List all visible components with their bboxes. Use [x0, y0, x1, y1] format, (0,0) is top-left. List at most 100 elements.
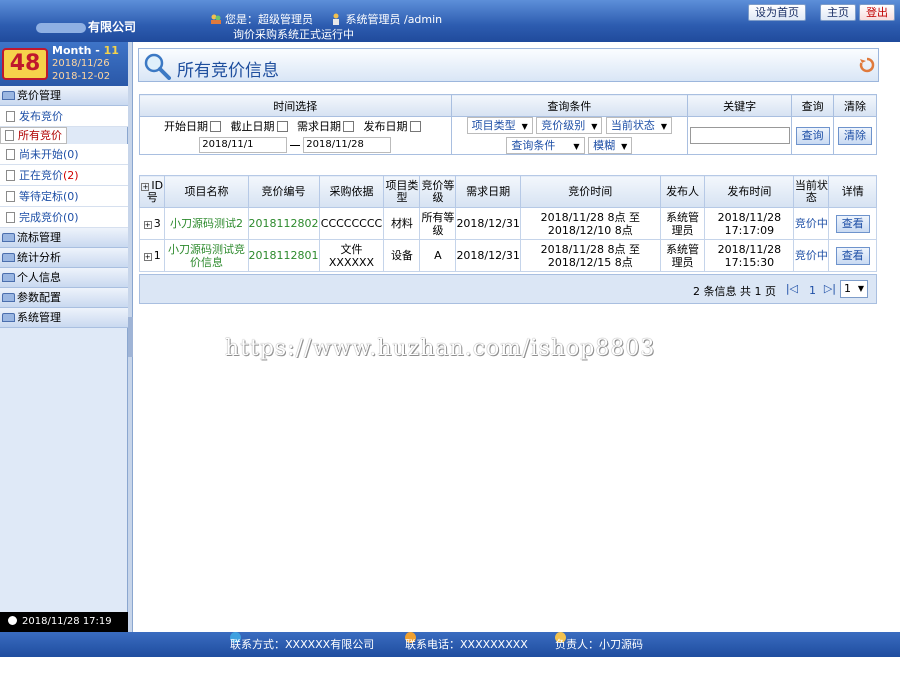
month-number: 11	[103, 44, 119, 57]
row-id[interactable]: +1	[138, 239, 166, 272]
table-row: +1 小刀源码测试竞价信息 2018112801 文件XXXXXX 设备 A 2…	[138, 239, 877, 272]
chevron-down-icon: ▼	[660, 122, 668, 131]
set-homepage-button[interactable]: 设为首页	[748, 4, 806, 21]
menu-item-awaiting-award[interactable]: 等待定标(0)	[0, 186, 128, 207]
pagination-bar: 2 条信息 共 1 页 |◁ 1 ▷| 1 ▼	[139, 274, 877, 304]
publish-date-label: 发布日期	[363, 120, 408, 133]
document-icon	[6, 170, 15, 181]
menu-group-statistics[interactable]: 统计分析	[0, 248, 128, 268]
project-type-select[interactable]: 项目类型 ▼	[466, 117, 533, 134]
username: /admin	[403, 13, 443, 26]
table-row: +3 小刀源码测试2 2018112802 CCCCCCCC 材料 所有等级 2…	[138, 207, 877, 240]
pagination-info: 2 条信息 共 1 页	[693, 285, 776, 298]
app-window: 有限公司 您是：超级管理员 系统管理员 /admin 询价采购系统正式运行中 设…	[0, 0, 900, 697]
row-project-name[interactable]: 小刀源码测试竞价信息	[164, 239, 249, 272]
page-number-link[interactable]: 1	[809, 284, 816, 297]
refresh-icon[interactable]	[859, 57, 875, 73]
sidebar-splitter[interactable]	[128, 42, 133, 632]
row-publisher: 系统管理员	[659, 207, 706, 240]
menu-item-in-progress[interactable]: 正在竞价(2)	[0, 165, 128, 186]
view-button[interactable]: 查看	[835, 246, 870, 265]
query-header: 查询	[791, 94, 835, 117]
item-count: (0)	[63, 211, 79, 224]
main-content: 所有竞价信息 时间选择 查询条件 关键字 查询 清除 开始日期 截止日期 需求日…	[135, 42, 900, 632]
sidebar: 48 Month - 11 2018/11/26 2018-12-02 竞价管理…	[0, 42, 128, 632]
last-page-icon[interactable]: ▷|	[824, 282, 836, 295]
col-bid-level: 竞价等级	[419, 175, 457, 208]
menu-group-system[interactable]: 系统管理	[0, 308, 128, 328]
view-button[interactable]: 查看	[835, 214, 870, 233]
main-page-button[interactable]: 主页	[820, 4, 856, 21]
menu-item-all-bids[interactable]: 所有竞价	[0, 127, 67, 144]
week-end-date: 2018-12-02	[52, 71, 111, 82]
system-status: 询价采购系统正式运行中	[233, 28, 354, 41]
person-icon	[333, 13, 340, 25]
splitter-handle[interactable]	[128, 317, 133, 357]
date-range-dash	[290, 144, 301, 146]
document-icon	[6, 149, 15, 160]
menu-group-failed-bids[interactable]: 流标管理	[0, 228, 128, 248]
expand-icon[interactable]: +	[143, 253, 152, 261]
row-id-value: 1	[153, 249, 161, 262]
keyword-input[interactable]	[689, 127, 790, 144]
week-start-date: 2018/11/26	[52, 58, 110, 69]
col-id[interactable]: + ID号	[138, 175, 166, 208]
page-select[interactable]: 1 ▼	[840, 280, 868, 298]
blurred-logo	[36, 22, 86, 33]
query-conditions-header: 查询条件	[450, 94, 689, 117]
first-page-icon[interactable]: |◁	[786, 282, 798, 295]
col-bid-time: 竞价时间	[519, 175, 661, 208]
row-basis: CCCCCCCC	[318, 207, 385, 240]
folder-icon	[2, 313, 15, 322]
date-filter-cell: 开始日期 截止日期 需求日期 发布日期 2018/11/1 2018/11/28	[139, 116, 452, 155]
calendar-widget: 48 Month - 11 2018/11/26 2018-12-02	[0, 42, 128, 86]
row-bid-number: 2018112801	[247, 239, 320, 272]
bid-level-select[interactable]: 竞价级别 ▼	[536, 117, 603, 134]
end-date-label: 截止日期	[230, 120, 275, 133]
logout-button[interactable]: 登出	[859, 4, 895, 21]
row-bid-time: 2018/11/28 8点 至 2018/12/15 8点	[519, 239, 661, 272]
row-basis: 文件XXXXXX	[318, 239, 385, 272]
expand-all-icon[interactable]: +	[141, 182, 150, 191]
title-bar: 所有竞价信息	[138, 48, 879, 82]
folder-icon	[2, 91, 15, 100]
row-publish-time: 2018/11/28 17:15:30	[704, 239, 795, 272]
row-type: 材料	[383, 207, 421, 240]
row-project-name[interactable]: 小刀源码测试2	[164, 207, 249, 240]
col-publisher: 发布人	[659, 175, 706, 208]
menu-item-publish-bid[interactable]: 发布竞价	[0, 106, 128, 127]
expand-icon[interactable]: +	[143, 221, 152, 229]
company-label: 有限公司	[88, 20, 137, 34]
group-label: 竞价管理	[17, 89, 61, 102]
row-publish-time: 2018/11/28 17:17:09	[704, 207, 795, 240]
menu-group-profile[interactable]: 个人信息	[0, 268, 128, 288]
user-info: 您是：超级管理员 系统管理员 /admin	[210, 11, 442, 27]
row-id[interactable]: +3	[138, 207, 166, 240]
date-from-input[interactable]: 2018/11/1	[199, 137, 288, 153]
company-name: 有限公司	[36, 18, 136, 35]
row-demand-date: 2018/12/31	[455, 207, 521, 240]
row-demand-date: 2018/12/31	[455, 239, 521, 272]
publish-date-checkbox[interactable]	[409, 121, 421, 132]
menu-group-bidding[interactable]: 竞价管理	[0, 86, 128, 106]
match-mode-select[interactable]: 模糊 ▼	[588, 137, 633, 154]
group-label: 系统管理	[17, 311, 61, 324]
query-button[interactable]: 查询	[795, 126, 830, 145]
demand-date-checkbox[interactable]	[343, 121, 354, 132]
start-date-checkbox[interactable]	[210, 121, 221, 132]
footer: 联系方式：XXXXXX有限公司 联系电话：XXXXXXXXX 负责人：小刀源码	[0, 632, 900, 657]
current-status-select[interactable]: 当前状态 ▼	[605, 117, 673, 134]
owner-text: 负责人：小刀源码	[555, 638, 643, 651]
row-detail-cell: 查看	[828, 207, 877, 240]
contact-text: 联系方式：XXXXXX有限公司	[230, 638, 375, 651]
clear-button[interactable]: 清除	[838, 126, 873, 145]
date-to-input[interactable]: 2018/11/28	[303, 137, 392, 153]
menu-item-not-started[interactable]: 尚未开始(0)	[0, 144, 128, 165]
menu-item-completed[interactable]: 完成竞价(0)	[0, 207, 128, 228]
select-value: 竞价级别	[541, 119, 586, 132]
item-label: 尚未开始	[19, 148, 63, 161]
query-field-select[interactable]: 查询条件 ▼	[506, 137, 585, 154]
folder-icon	[2, 293, 15, 302]
menu-group-config[interactable]: 参数配置	[0, 288, 128, 308]
end-date-checkbox[interactable]	[276, 121, 288, 132]
